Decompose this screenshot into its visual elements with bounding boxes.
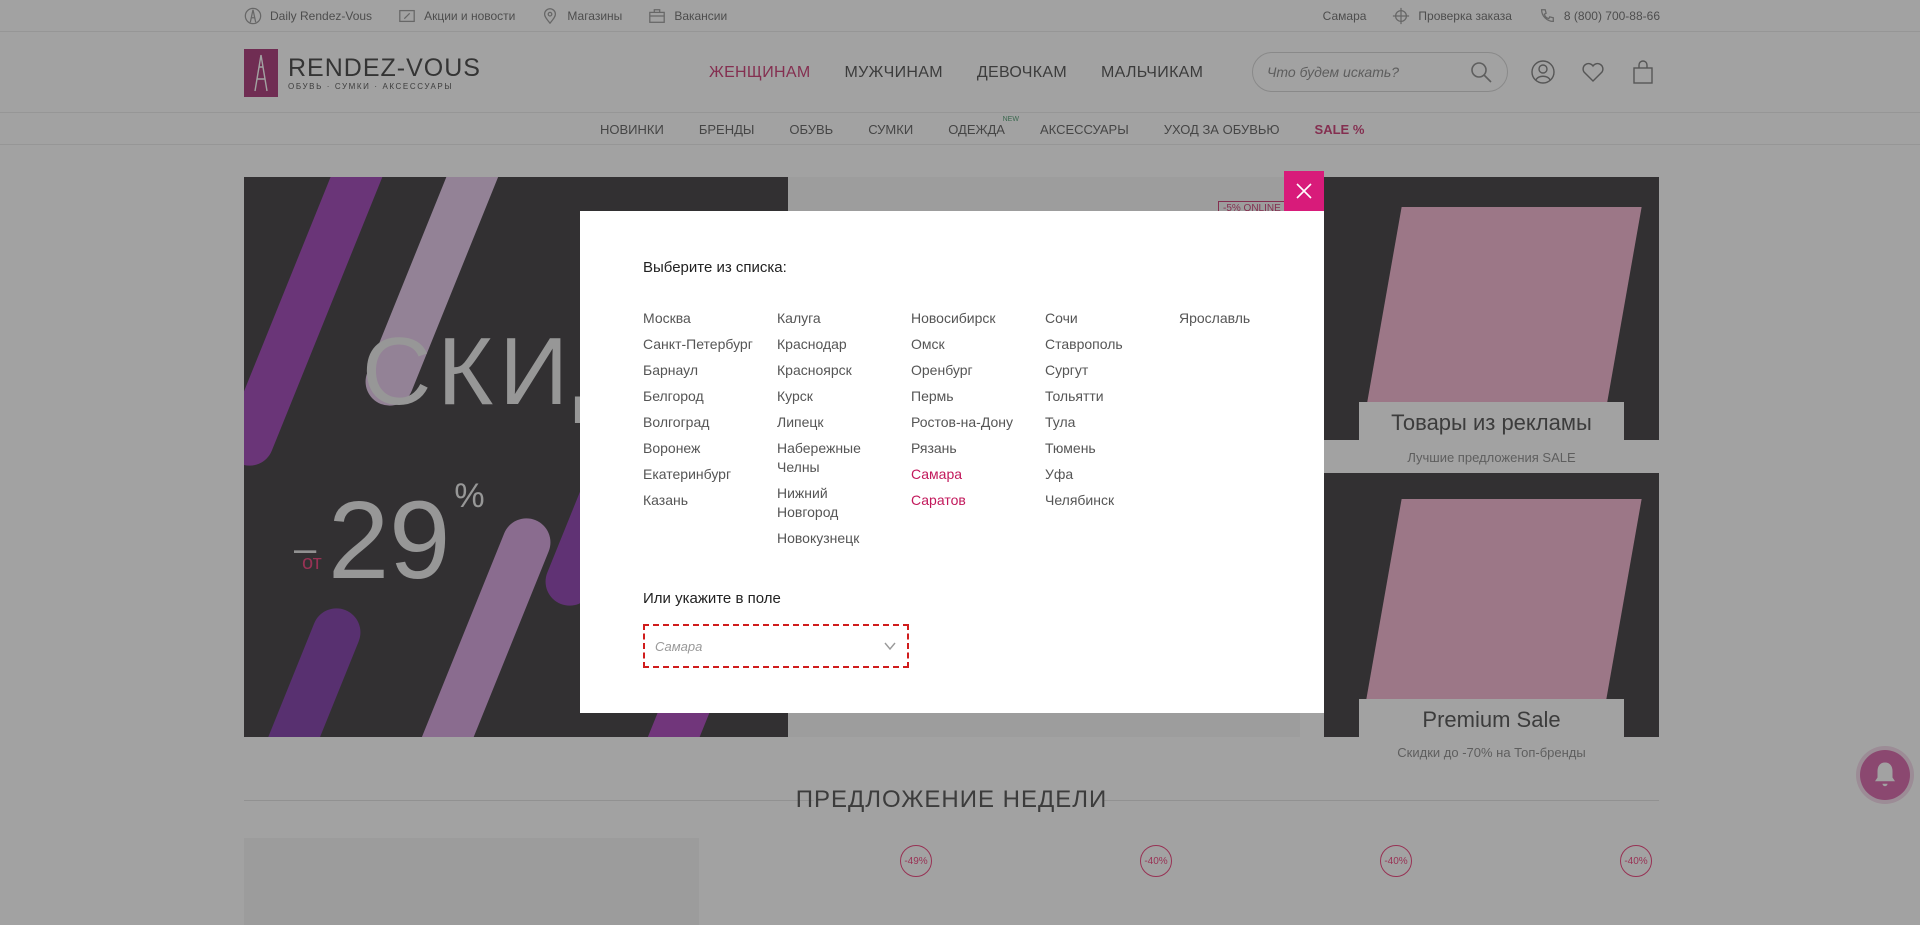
city-link[interactable]: Воронеж (643, 439, 771, 458)
modal-title: Выберите из списка: (643, 259, 787, 276)
city-link-selected[interactable]: Самара (911, 465, 1039, 484)
city-link[interactable]: Белгород (643, 387, 771, 406)
city-link[interactable]: Краснодар (777, 335, 905, 354)
city-link[interactable]: Рязань (911, 439, 1039, 458)
city-link[interactable]: Барнаул (643, 361, 771, 380)
city-link[interactable]: Казань (643, 491, 771, 510)
field-title: Или укажите в поле (643, 590, 781, 607)
close-icon (1296, 183, 1312, 199)
city-link[interactable]: Ставрополь (1045, 335, 1173, 354)
city-link[interactable]: Новокузнецк (777, 529, 905, 548)
modal-close-button[interactable] (1284, 171, 1324, 211)
city-link[interactable]: Набережные Челны (777, 439, 867, 477)
city-link[interactable]: Красноярск (777, 361, 905, 380)
page: Daily Rendez-Vous Акции и новости Магази… (0, 0, 1920, 925)
chevron-down-icon (884, 642, 896, 651)
city-link-selected[interactable]: Саратов (911, 491, 1039, 510)
city-link[interactable]: Тула (1045, 413, 1173, 432)
city-link[interactable]: Москва (643, 309, 771, 328)
city-link[interactable]: Челябинск (1045, 491, 1173, 510)
city-link[interactable]: Екатеринбург (643, 465, 771, 484)
city-column: Москва Санкт-Петербург Барнаул Белгород … (643, 309, 777, 555)
city-link[interactable]: Ростов-на-Дону (911, 413, 1039, 432)
city-link[interactable]: Нижний Новгород (777, 484, 847, 522)
city-link[interactable]: Уфа (1045, 465, 1173, 484)
city-link[interactable]: Волгоград (643, 413, 771, 432)
city-link[interactable]: Тольятти (1045, 387, 1173, 406)
city-select-modal: Выберите из списка: Москва Санкт-Петербу… (580, 211, 1324, 713)
city-link[interactable]: Оренбург (911, 361, 1039, 380)
city-link[interactable]: Санкт-Петербург (643, 335, 771, 354)
city-link[interactable]: Новосибирск (911, 309, 1039, 328)
city-link[interactable]: Липецк (777, 413, 905, 432)
city-list: Москва Санкт-Петербург Барнаул Белгород … (643, 309, 1313, 555)
city-link[interactable]: Омск (911, 335, 1039, 354)
city-column: Сочи Ставрополь Сургут Тольятти Тула Тюм… (1045, 309, 1179, 555)
city-column: Калуга Краснодар Красноярск Курск Липецк… (777, 309, 911, 555)
city-link[interactable]: Сочи (1045, 309, 1173, 328)
city-column: Ярославль (1179, 309, 1313, 555)
city-column: Новосибирск Омск Оренбург Пермь Ростов-н… (911, 309, 1045, 555)
city-link[interactable]: Сургут (1045, 361, 1173, 380)
city-link[interactable]: Курск (777, 387, 905, 406)
city-select-value: Самара (655, 638, 703, 654)
city-link[interactable]: Ярославль (1179, 309, 1307, 328)
city-link[interactable]: Пермь (911, 387, 1039, 406)
city-link[interactable]: Тюмень (1045, 439, 1173, 458)
city-link[interactable]: Калуга (777, 309, 905, 328)
city-select-field[interactable]: Самара (643, 624, 909, 668)
